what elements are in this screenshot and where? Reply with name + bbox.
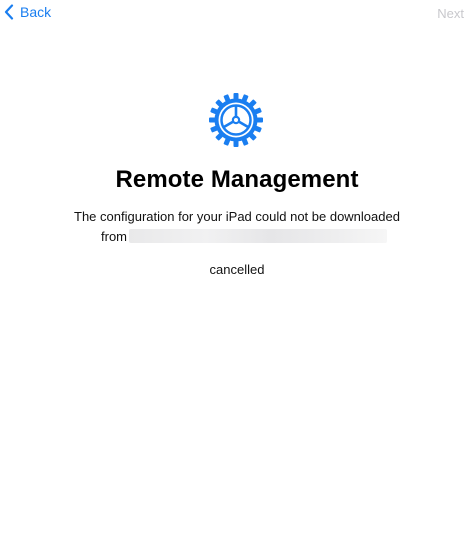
back-button[interactable]: Back <box>4 4 51 20</box>
navigation-bar: Back Next <box>0 0 474 28</box>
next-button[interactable]: Next <box>437 6 464 21</box>
status-text: cancelled <box>209 262 265 277</box>
chevron-left-icon <box>4 4 14 20</box>
remote-management-screen: Back Next Remote Management The configur… <box>0 0 474 557</box>
page-title: Remote Management <box>115 166 359 193</box>
gear-icon <box>209 93 263 147</box>
source-prefix: from <box>101 228 127 244</box>
redacted-server-address <box>129 229 387 243</box>
source-line: from <box>101 227 387 245</box>
back-label: Back <box>20 4 52 20</box>
error-message: The configuration for your iPad could no… <box>74 209 400 224</box>
